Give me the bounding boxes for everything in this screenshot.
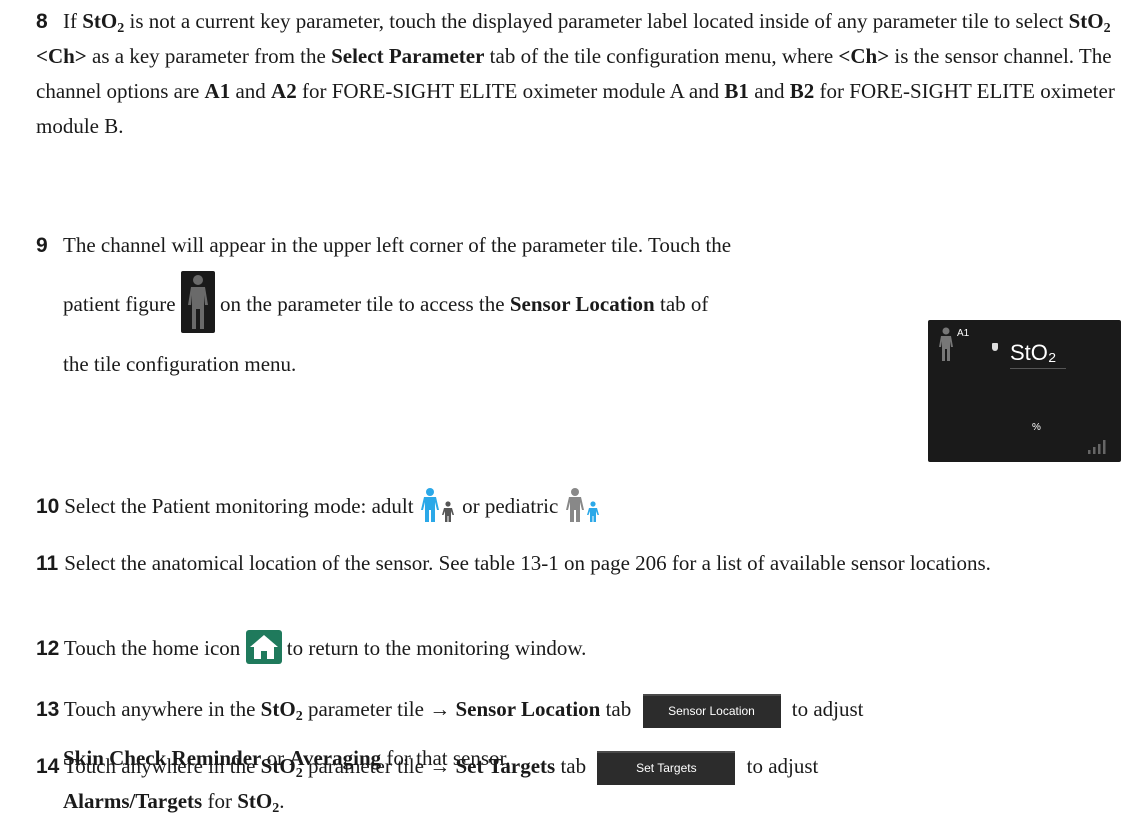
step-text: parameter tile → [302,754,456,778]
setting-name: Alarms/Targets [63,789,203,813]
step-text: Select the anatomical location of the se… [59,551,991,575]
step-8: 8 If StO2 is not a current key parameter,… [36,4,1121,144]
step-14: 14 Touch anywhere in the StO2 parameter … [36,747,1121,820]
patient-figure-icon[interactable] [180,271,215,333]
sensor-location-tab-button[interactable]: Sensor Location [642,694,781,729]
unit-label: % [1032,422,1041,433]
step-11: 11 Select the anatomical location of the… [36,551,991,575]
divider [1010,368,1066,369]
step-10: 10 Select the Patient monitoring mode: a… [36,487,1121,526]
step-text: to adjust [741,754,819,778]
step-text: Touch the home icon [59,636,246,660]
home-icon[interactable] [245,630,282,665]
adult-mode-icon[interactable] [419,487,457,523]
channel-option: B1 [724,79,749,103]
step-text: The channel will appear in the upper lef… [63,233,732,257]
step-12: 12 Touch the home icon to return to the … [36,630,1121,667]
step-text: for [202,789,238,813]
param-name: StO [260,697,296,721]
step-text: tab of [654,291,709,316]
step-text: is not a current key parameter, touch th… [124,9,1069,33]
step-text: to return to the monitoring window. [281,636,587,660]
subscript: 2 [295,766,303,781]
step-text: tab of the tile configuration menu, wher… [484,44,839,68]
step-text: Touch anywhere in the [59,754,261,778]
step-text: on the parameter tile to access the [214,291,510,316]
channel-option: A1 [204,79,231,103]
step-number: 9 [36,234,48,257]
signal-strength-icon [1088,440,1106,454]
step-text: and [230,79,272,103]
pediatric-mode-icon[interactable] [564,487,602,523]
subscript: 2 [295,709,303,724]
step-text: and [748,79,790,103]
tab-name: Sensor Location [455,697,601,721]
step-text: as a key parameter from the [86,44,332,68]
tab-name: Sensor Location [509,291,655,316]
step-text: for FORE-SIGHT ELITE oximeter module A a… [296,79,725,103]
step-text: Touch anywhere in the [59,697,261,721]
sensor-indicator-icon [992,343,998,351]
parameter-tile[interactable]: A1 StO₂ % [928,320,1121,462]
patient-figure-icon[interactable] [936,326,956,362]
step-text: tab [600,697,637,721]
step-number: 8 [36,10,48,33]
channel-option: B2 [789,79,815,103]
param-name: StO [260,754,296,778]
step-text: the tile configuration menu. [63,352,297,376]
parameter-label[interactable]: StO₂ [1010,340,1056,366]
step-text: If [63,9,83,33]
param-name: StO [82,9,118,33]
tab-name: Set Targets [455,754,556,778]
channel-token: <Ch> [838,44,890,68]
step-text: to adjust [786,697,864,721]
step-text: parameter tile → [302,697,456,721]
tab-name: Select Parameter [331,44,485,68]
step-text: patient figure [63,291,181,316]
channel-label: A1 [957,328,970,339]
step-text: or pediatric [456,494,564,518]
step-text: . [279,789,285,813]
set-targets-tab-button[interactable]: Set Targets [597,751,736,786]
channel-token: <Ch> [36,44,87,68]
step-9: 9 The channel will appear in the upper le… [36,228,916,382]
channel-option: A2 [271,79,297,103]
param-name: StO [1068,9,1104,33]
step-text: Select the Patient monitoring mode: adul… [59,494,419,518]
subscript: 2 [1103,21,1111,36]
step-text: tab [555,754,592,778]
param-name: StO [237,789,273,813]
